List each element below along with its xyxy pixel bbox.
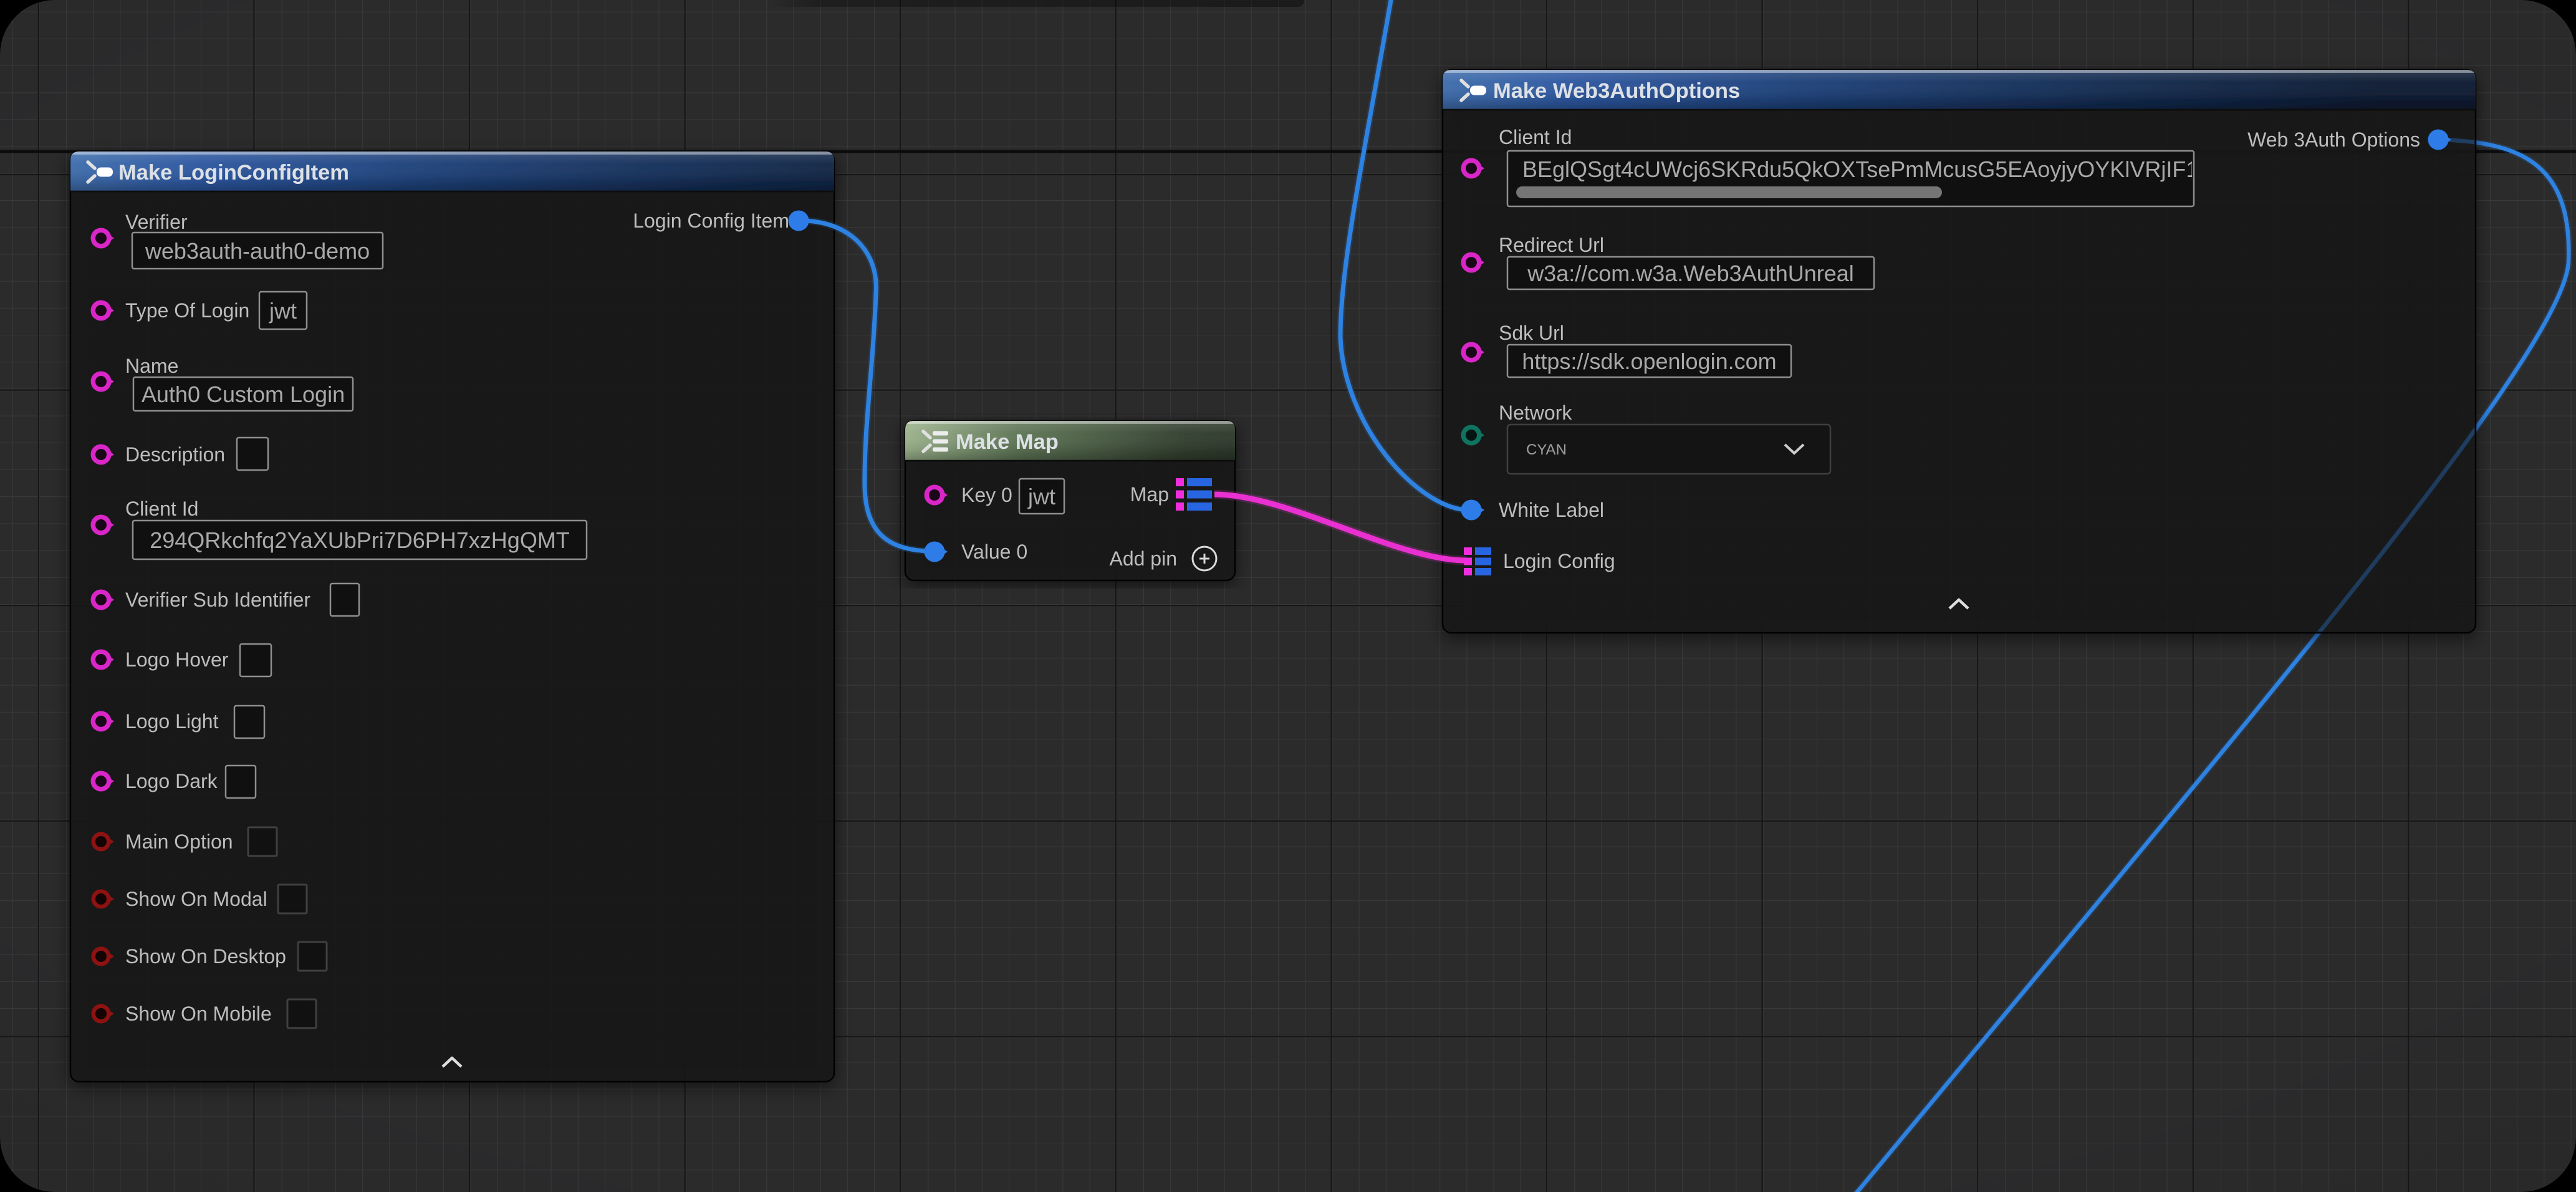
svg-text:Key 0: Key 0	[961, 484, 1012, 506]
svg-text:Add pin: Add pin	[1109, 547, 1177, 570]
svg-text:Show On Modal: Show On Modal	[125, 888, 267, 910]
svg-text:Name: Name	[125, 355, 178, 377]
svg-text:web3auth-auth0-demo: web3auth-auth0-demo	[145, 238, 370, 264]
svg-text:https://sdk.openlogin.com: https://sdk.openlogin.com	[1522, 348, 1776, 374]
svg-text:jwt: jwt	[269, 298, 297, 324]
svg-text:w3a://com.w3a.Web3AuthUnreal: w3a://com.w3a.Web3AuthUnreal	[1527, 261, 1854, 286]
svg-text:Verifier: Verifier	[125, 211, 188, 233]
svg-text:White Label: White Label	[1499, 499, 1604, 521]
svg-text:Description: Description	[125, 443, 225, 466]
svg-text:Logo Dark: Logo Dark	[125, 770, 218, 792]
svg-text:Login Config: Login Config	[1503, 550, 1615, 572]
svg-text:294QRkchfq2YaXUbPri7D6PH7xzHgQ: 294QRkchfq2YaXUbPri7D6PH7xzHgQMT	[150, 527, 570, 553]
svg-text:Client Id: Client Id	[1499, 126, 1572, 148]
svg-text:Make LoginConfigItem: Make LoginConfigItem	[118, 161, 349, 185]
svg-text:Map: Map	[1130, 483, 1169, 506]
svg-text:Login Config Item: Login Config Item	[633, 209, 789, 232]
svg-text:Main Option: Main Option	[125, 830, 233, 853]
svg-text:Client Id: Client Id	[125, 497, 198, 520]
svg-text:Type Of Login: Type Of Login	[125, 299, 249, 322]
svg-text:Verifier Sub Identifier: Verifier Sub Identifier	[125, 589, 310, 611]
svg-text:Redirect Url: Redirect Url	[1499, 234, 1604, 256]
svg-text:Auth0 Custom Login: Auth0 Custom Login	[142, 382, 345, 407]
svg-text:BEglQSgt4cUWcj6SKRdu5QkOXTsePm: BEglQSgt4cUWcj6SKRdu5QkOXTsePmMcusG5EAoy…	[1522, 156, 2203, 182]
svg-text:Value 0: Value 0	[961, 541, 1027, 563]
svg-text:Sdk Url: Sdk Url	[1499, 322, 1564, 344]
svg-text:Network: Network	[1499, 401, 1572, 424]
svg-text:CYAN: CYAN	[1526, 441, 1567, 458]
svg-text:Make Map: Make Map	[956, 430, 1059, 454]
svg-text:Make Web3AuthOptions: Make Web3AuthOptions	[1493, 79, 1740, 103]
svg-text:Show On Desktop: Show On Desktop	[125, 945, 286, 968]
svg-text:Logo Hover: Logo Hover	[125, 648, 229, 671]
svg-text:Web 3Auth Options: Web 3Auth Options	[2247, 128, 2420, 151]
svg-text:Show On Mobile: Show On Mobile	[125, 1002, 272, 1025]
svg-text:jwt: jwt	[1027, 484, 1055, 509]
svg-text:Logo Light: Logo Light	[125, 710, 219, 733]
